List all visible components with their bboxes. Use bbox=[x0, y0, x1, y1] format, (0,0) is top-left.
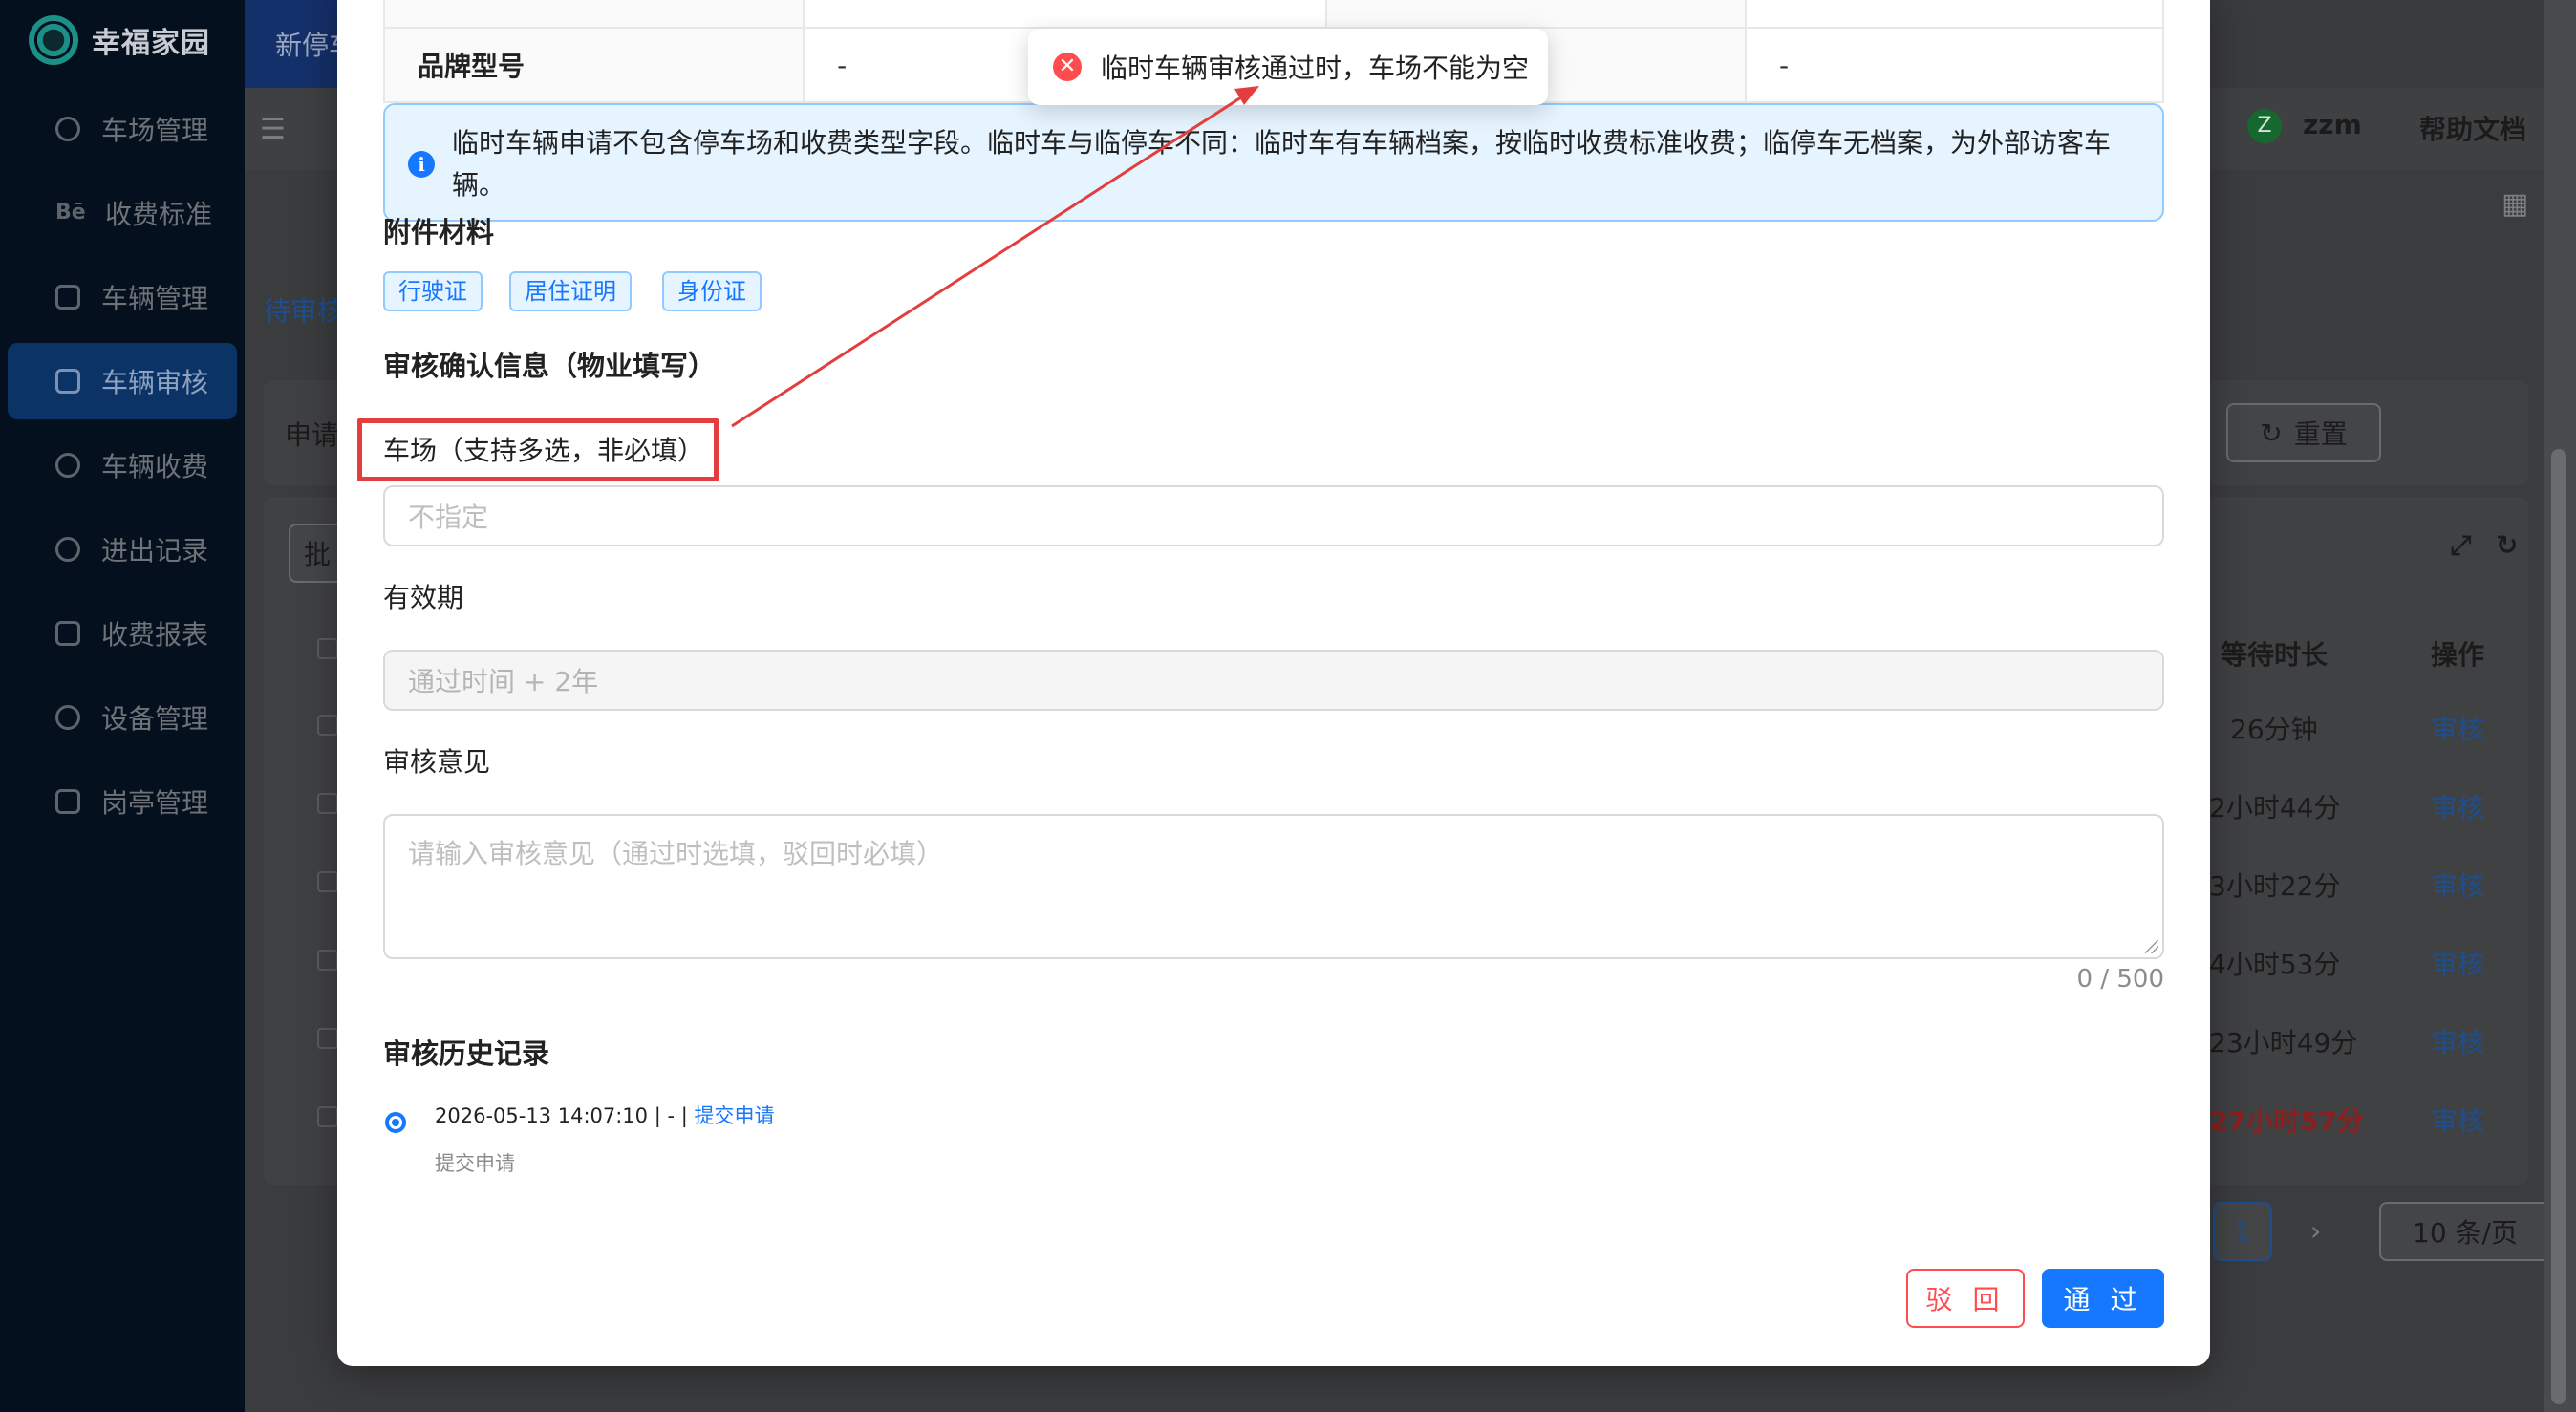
review-section-title: 审核确认信息（物业填写） bbox=[383, 350, 717, 382]
select-all-checkbox[interactable] bbox=[317, 638, 338, 659]
avatar[interactable]: Z bbox=[2247, 109, 2282, 143]
sidebar-item-vehicle-fees[interactable]: 车辆收费 bbox=[8, 427, 237, 503]
app-name: 幸福家园 bbox=[92, 27, 210, 60]
sidebar-item-vehicles[interactable]: 车辆管理 bbox=[8, 259, 237, 335]
row-checkbox[interactable] bbox=[317, 1106, 338, 1127]
review-link[interactable]: 审核 bbox=[2431, 709, 2484, 747]
opinion-placeholder: 请输入审核意见（通过时选填，驳回时必填） bbox=[408, 838, 944, 869]
validity-label: 有效期 bbox=[383, 582, 464, 613]
refresh-icon[interactable]: ↻ bbox=[2496, 529, 2518, 561]
tab-pending[interactable]: 待审核 bbox=[264, 290, 344, 329]
page-size-select[interactable]: 10 条/页 bbox=[2379, 1202, 2551, 1261]
route-icon bbox=[55, 537, 80, 562]
grid-icon[interactable]: ▦ bbox=[2501, 187, 2528, 221]
attachment-tag-license[interactable]: 行驶证 bbox=[383, 271, 483, 311]
more-icon bbox=[55, 705, 80, 730]
col-wait-time: 等待时长 bbox=[2221, 639, 2329, 671]
history-entry-sub: 提交申请 bbox=[435, 1152, 515, 1175]
filter-label: 申请 bbox=[285, 419, 339, 451]
resize-handle-icon[interactable] bbox=[2145, 940, 2158, 953]
sidebar-item-fee-standards[interactable]: Bē 收费标准 bbox=[8, 175, 237, 251]
detail-row-partial bbox=[385, 0, 2162, 29]
row-checkbox[interactable] bbox=[317, 1028, 338, 1049]
page-scrollbar[interactable] bbox=[2551, 449, 2566, 1404]
detail-value-2: - bbox=[1778, 49, 1790, 81]
sidebar-item-parking-lots[interactable]: 车场管理 bbox=[8, 91, 237, 167]
table-row-wait: 23小时49分 bbox=[2209, 1027, 2358, 1059]
review-link[interactable]: 审核 bbox=[2431, 944, 2484, 982]
table-row-wait-overdue: 27小时57分 bbox=[2209, 1105, 2364, 1137]
review-link[interactable]: 审核 bbox=[2431, 866, 2484, 904]
menu-fold-icon[interactable]: ☰ bbox=[260, 113, 286, 146]
history-entry-link[interactable]: 提交申请 bbox=[694, 1104, 774, 1127]
sidebar-item-entry-records[interactable]: 进出记录 bbox=[8, 511, 237, 588]
col-action: 操作 bbox=[2431, 639, 2485, 671]
review-modal: 品牌型号 - - i 临时车辆申请不包含停车场和收费类型字段。临时车与临停车不同… bbox=[337, 0, 2210, 1366]
monitor-icon bbox=[55, 621, 80, 646]
table-row-wait: 3小时22分 bbox=[2209, 870, 2341, 902]
history-title: 审核历史记录 bbox=[383, 1038, 550, 1070]
parking-lot-select[interactable]: 不指定 bbox=[383, 485, 2164, 546]
parking-icon bbox=[55, 117, 80, 141]
opinion-label: 审核意见 bbox=[383, 746, 491, 778]
table-row-wait: 2小时44分 bbox=[2209, 792, 2341, 824]
user-name[interactable]: zzm bbox=[2303, 109, 2362, 140]
app-logo: 幸福家园 bbox=[29, 13, 210, 67]
info-icon: i bbox=[408, 151, 435, 178]
info-alert: i 临时车辆申请不包含停车场和收费类型字段。临时车与临停车不同：临时车有车辆档案… bbox=[383, 103, 2164, 222]
logo-icon bbox=[29, 15, 78, 65]
validity-field: 通过时间 + 2年 bbox=[383, 650, 2164, 711]
row-checkbox[interactable] bbox=[317, 715, 338, 736]
attachment-tag-id-card[interactable]: 身份证 bbox=[662, 271, 762, 311]
review-link[interactable]: 审核 bbox=[2431, 787, 2484, 825]
reload-icon: ↻ bbox=[2260, 417, 2283, 449]
help-docs-link[interactable]: 帮助文档 bbox=[2419, 109, 2526, 147]
audit-icon bbox=[55, 369, 80, 394]
timeline-dot-icon bbox=[385, 1112, 406, 1133]
attachment-tag-residence[interactable]: 居住证明 bbox=[509, 271, 632, 311]
brand-model-label: 品牌型号 bbox=[385, 29, 805, 101]
row-checkbox[interactable] bbox=[317, 871, 338, 892]
history-entry: 2026-05-13 14:07:10 | - | 提交申请 bbox=[435, 1101, 774, 1129]
reject-button[interactable]: 驳 回 bbox=[1906, 1269, 2025, 1328]
car-icon bbox=[55, 285, 80, 310]
review-link[interactable]: 审核 bbox=[2431, 1022, 2484, 1060]
close-circle-icon: ✕ bbox=[1053, 53, 1082, 81]
reset-button[interactable]: ↻ 重置 bbox=[2226, 403, 2381, 462]
error-toast: ✕ 临时车辆审核通过时，车场不能为空 bbox=[1028, 29, 1548, 105]
sidebar-item-fee-reports[interactable]: 收费报表 bbox=[8, 595, 237, 672]
toast-message: 临时车辆审核通过时，车场不能为空 bbox=[1101, 53, 1530, 84]
page-1-button[interactable]: 1 bbox=[2213, 1202, 2272, 1261]
sidebar-item-vehicle-review[interactable]: 车辆审核 bbox=[8, 343, 237, 419]
sidebar: 幸福家园 车场管理 Bē 收费标准 车辆管理 车辆审核 车辆收费 进出记录 收费报… bbox=[0, 0, 245, 1412]
char-counter: 0 / 500 bbox=[2076, 965, 2164, 994]
history-entry-time: 2026-05-13 14:07:10 | - | bbox=[435, 1104, 688, 1127]
opinion-textarea[interactable]: 请输入审核意见（通过时选填，驳回时必填） bbox=[383, 814, 2164, 959]
dollar-icon bbox=[55, 453, 80, 478]
table-row-wait: 26分钟 bbox=[2230, 714, 2318, 745]
bank-icon bbox=[55, 789, 80, 814]
attachments-title: 附件材料 bbox=[383, 216, 495, 248]
row-checkbox[interactable] bbox=[317, 950, 338, 971]
review-link[interactable]: 审核 bbox=[2431, 1101, 2484, 1139]
behance-icon: Bē bbox=[55, 201, 86, 225]
table-row-wait: 4小时53分 bbox=[2209, 949, 2341, 980]
parking-lot-label: 车场（支持多选，非必填） bbox=[383, 435, 705, 466]
sidebar-item-booths[interactable]: 岗亭管理 bbox=[8, 763, 237, 840]
fullscreen-icon[interactable]: ⤢ bbox=[2450, 529, 2471, 562]
approve-button[interactable]: 通 过 bbox=[2042, 1269, 2164, 1328]
sidebar-item-devices[interactable]: 设备管理 bbox=[8, 679, 237, 756]
next-page-icon[interactable]: › bbox=[2310, 1215, 2321, 1247]
sidebar-nav: 车场管理 Bē 收费标准 车辆管理 车辆审核 车辆收费 进出记录 收费报表 设备管… bbox=[8, 91, 237, 847]
row-checkbox[interactable] bbox=[317, 793, 338, 814]
alert-text: 临时车辆申请不包含停车场和收费类型字段。临时车与临停车不同：临时车有车辆档案，按… bbox=[452, 127, 2112, 201]
